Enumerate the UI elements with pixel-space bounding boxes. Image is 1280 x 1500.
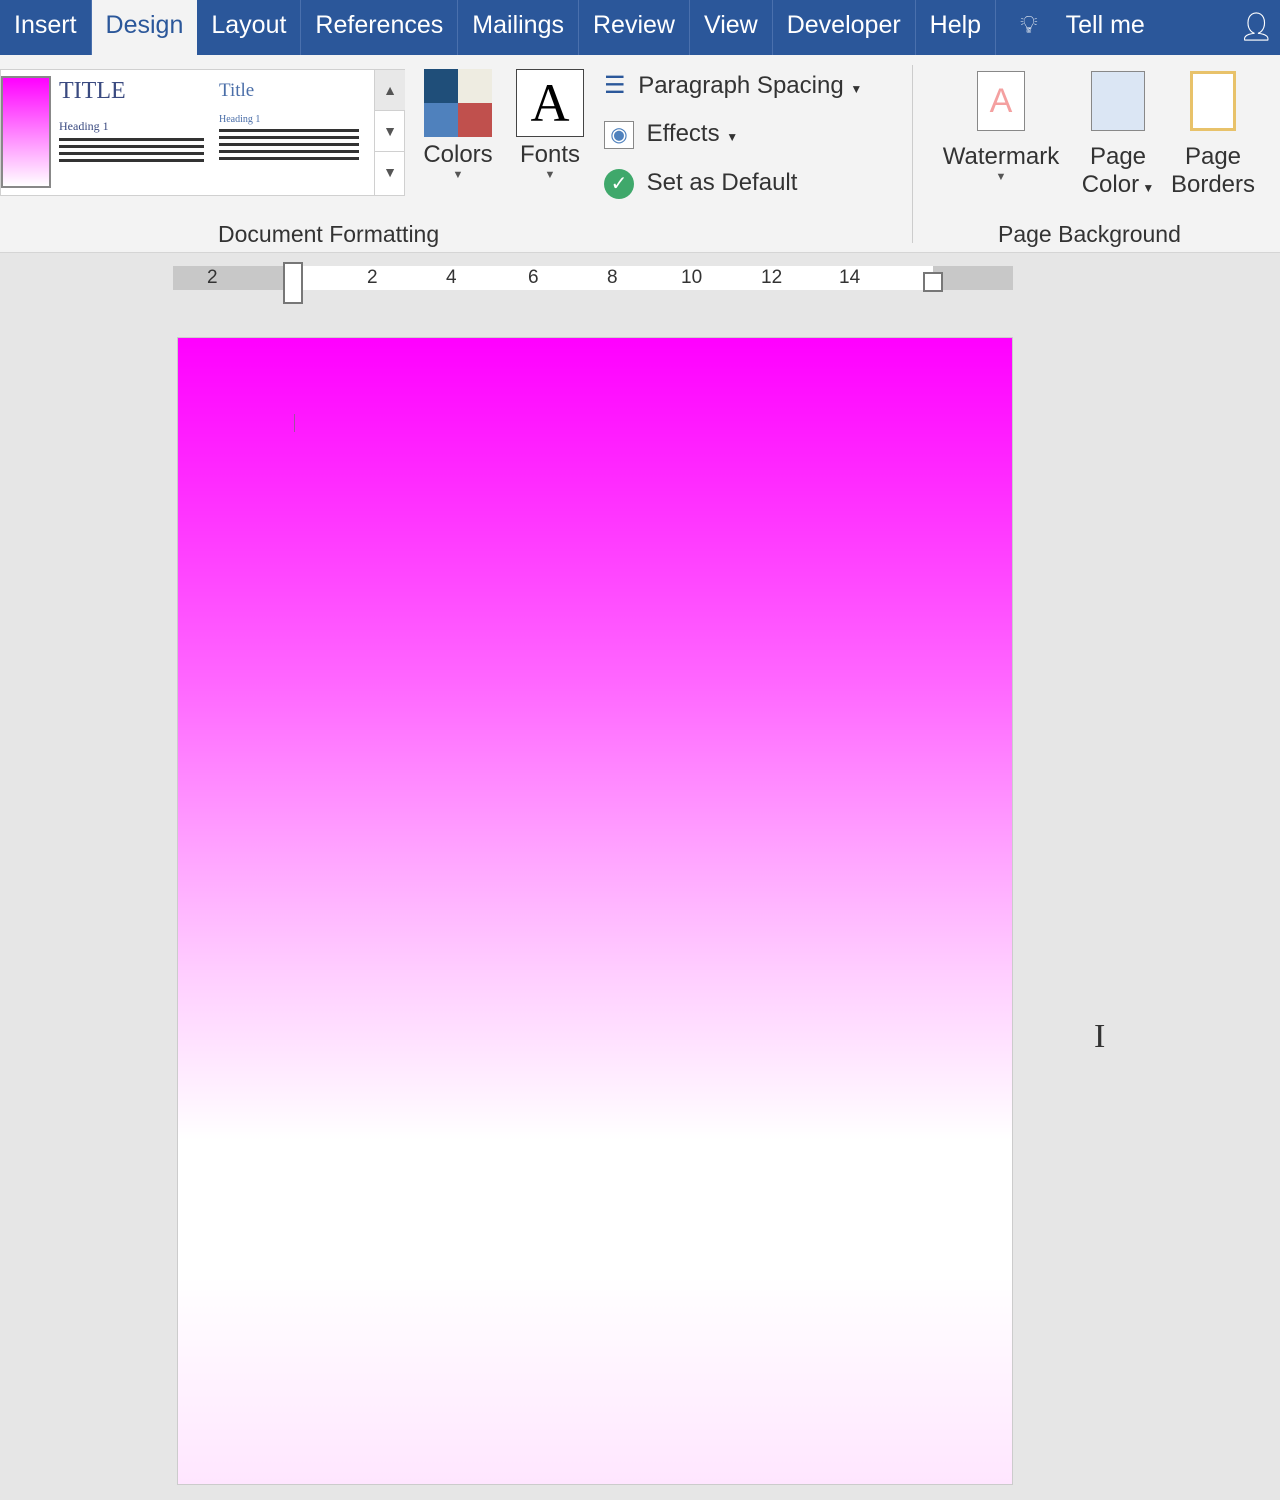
lightbulb-icon: 💡︎ [1020,11,1038,39]
document-formatting-group-label: Document Formatting [218,221,440,247]
tell-me-search[interactable]: 💡︎ Tell me [996,0,1159,55]
tab-help[interactable]: Help [916,0,997,55]
page-borders-icon [1190,71,1236,131]
share-user-icon[interactable]: 👤︎ [1238,10,1274,43]
gallery-more-icon[interactable]: ▼ [375,152,405,193]
page-color-icon [1091,71,1145,131]
style-set-gallery[interactable]: TITLE Heading 1 Title Heading 1 ▲ ▼ ▼ [0,69,405,196]
tab-insert[interactable]: Insert [0,0,92,55]
colors-button[interactable]: Colors ▼ [418,67,498,181]
ribbon: TITLE Heading 1 Title Heading 1 ▲ ▼ ▼ Co… [0,55,1280,253]
tab-view[interactable]: View [690,0,773,55]
color-palette-icon [424,69,492,137]
style-set-1[interactable]: TITLE Heading 1 [59,78,204,166]
page-borders-button[interactable]: Page Borders [1166,71,1260,199]
paragraph-spacing-icon: ☰ [604,72,626,99]
tab-developer[interactable]: Developer [773,0,916,55]
i-beam-cursor-icon: I [1094,1018,1106,1055]
paragraph-spacing-button[interactable]: ☰ Paragraph Spacing ▼ [604,71,862,100]
effects-icon: ◉ [604,120,634,149]
set-as-default-button[interactable]: ✓ Set as Default [604,169,797,199]
document-page[interactable] [177,337,1013,1485]
style-set-current[interactable] [1,76,51,188]
style-set-2[interactable]: Title Heading 1 [219,80,359,164]
scroll-down-icon[interactable]: ▼ [375,111,405,152]
fonts-icon: A [516,69,584,137]
indent-marker-left[interactable] [283,262,303,304]
page-color-button[interactable]: Page Color ▼ [1074,71,1162,199]
page-background-group-label: Page Background [998,221,1181,247]
checkmark-icon: ✓ [604,169,634,199]
group-divider [912,65,913,243]
tab-design[interactable]: Design [91,0,198,55]
ribbon-tabs: Insert Design Layout References Mailings… [0,0,1280,55]
horizontal-ruler[interactable]: 2 2 4 6 8 10 12 14 [173,262,1013,304]
gallery-scroll[interactable]: ▲ ▼ ▼ [374,70,405,195]
effects-button[interactable]: ◉ Effects ▼ [604,120,738,149]
tab-review[interactable]: Review [579,0,690,55]
watermark-icon: A [977,71,1025,131]
scroll-up-icon[interactable]: ▲ [375,70,405,111]
tab-layout[interactable]: Layout [197,0,302,55]
indent-marker-right[interactable] [923,272,943,292]
tab-references[interactable]: References [301,0,459,55]
watermark-button[interactable]: A Watermark ▼ [935,71,1067,183]
tab-mailings[interactable]: Mailings [458,0,579,55]
fonts-button[interactable]: A Fonts ▼ [512,67,588,181]
text-cursor [294,414,295,432]
